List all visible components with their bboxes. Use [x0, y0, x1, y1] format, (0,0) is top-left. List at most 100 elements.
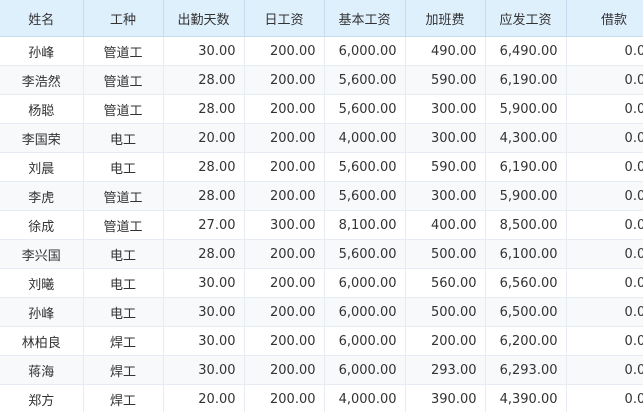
cell-gross-pay[interactable]: 6,293.00 [485, 355, 567, 385]
cell-job-type[interactable]: 焊工 [83, 355, 164, 385]
cell-attendance-days[interactable]: 28.00 [163, 239, 245, 269]
column-header-daily-wage[interactable]: 日工资 [244, 0, 325, 37]
cell-job-type[interactable]: 管道工 [83, 36, 164, 66]
cell-job-type[interactable]: 电工 [83, 268, 164, 298]
cell-base-salary[interactable]: 6,000.00 [324, 297, 406, 327]
table-row[interactable]: 李国荣 电工 20.00 200.00 4,000.00 300.00 4,300.00 0.… [0, 123, 643, 153]
cell-gross-pay[interactable]: 4,390.00 [485, 384, 567, 412]
cell-overtime-pay[interactable]: 200.00 [405, 326, 486, 356]
cell-overtime-pay[interactable]: 300.00 [405, 123, 486, 153]
cell-attendance-days[interactable]: 20.00 [163, 123, 245, 153]
cell-attendance-days[interactable]: 30.00 [163, 355, 245, 385]
table-row[interactable]: 林柏良 焊工 30.00 200.00 6,000.00 200.00 6,200.00 0.… [0, 326, 643, 356]
table-row[interactable]: 郑方 焊工 20.00 200.00 4,000.00 390.00 4,390.00 0.0… [0, 384, 643, 412]
cell-overtime-pay[interactable]: 560.00 [405, 268, 486, 298]
table-row[interactable]: 刘晨 电工 28.00 200.00 5,600.00 590.00 6,190.00 0.0… [0, 152, 643, 182]
cell-base-salary[interactable]: 5,600.00 [324, 239, 406, 269]
cell-daily-wage[interactable]: 200.00 [244, 94, 325, 124]
cell-job-type[interactable]: 管道工 [83, 210, 164, 240]
cell-gross-pay[interactable]: 5,900.00 [485, 181, 567, 211]
cell-name[interactable]: 蒋海 [0, 355, 84, 385]
cell-name[interactable]: 李浩然 [0, 65, 84, 95]
cell-gross-pay[interactable]: 6,490.00 [485, 36, 567, 66]
cell-base-salary[interactable]: 4,000.00 [324, 384, 406, 412]
table-row[interactable]: 孙峰 电工 30.00 200.00 6,000.00 500.00 6,500.00 0.0… [0, 297, 643, 327]
cell-attendance-days[interactable]: 20.00 [163, 384, 245, 412]
cell-loan[interactable]: 0.00 [566, 326, 643, 356]
cell-name[interactable]: 孙峰 [0, 297, 84, 327]
table-row[interactable]: 李虎 管道工 28.00 200.00 5,600.00 300.00 5,900.00 0.… [0, 181, 643, 211]
cell-daily-wage[interactable]: 200.00 [244, 297, 325, 327]
cell-daily-wage[interactable]: 200.00 [244, 268, 325, 298]
cell-daily-wage[interactable]: 200.00 [244, 384, 325, 412]
cell-job-type[interactable]: 焊工 [83, 326, 164, 356]
table-row[interactable]: 蒋海 焊工 30.00 200.00 6,000.00 293.00 6,293.00 0.0… [0, 355, 643, 385]
cell-attendance-days[interactable]: 28.00 [163, 94, 245, 124]
table-row[interactable]: 徐成 管道工 27.00 300.00 8,100.00 400.00 8,500.00 0.… [0, 210, 643, 240]
cell-gross-pay[interactable]: 8,500.00 [485, 210, 567, 240]
cell-gross-pay[interactable]: 6,200.00 [485, 326, 567, 356]
cell-daily-wage[interactable]: 200.00 [244, 36, 325, 66]
cell-attendance-days[interactable]: 28.00 [163, 152, 245, 182]
cell-base-salary[interactable]: 5,600.00 [324, 152, 406, 182]
table-row[interactable]: 杨聪 管道工 28.00 200.00 5,600.00 300.00 5,900.00 0.… [0, 94, 643, 124]
cell-daily-wage[interactable]: 200.00 [244, 355, 325, 385]
cell-daily-wage[interactable]: 300.00 [244, 210, 325, 240]
table-row[interactable]: 李兴国 电工 28.00 200.00 5,600.00 500.00 6,100.00 0.… [0, 239, 643, 269]
column-header-loan[interactable]: 借款 [566, 0, 643, 37]
cell-name[interactable]: 李国荣 [0, 123, 84, 153]
column-header-attendance-days[interactable]: 出勤天数 [163, 0, 245, 37]
cell-job-type[interactable]: 管道工 [83, 65, 164, 95]
cell-loan[interactable]: 0.00 [566, 355, 643, 385]
cell-overtime-pay[interactable]: 400.00 [405, 210, 486, 240]
cell-gross-pay[interactable]: 6,100.00 [485, 239, 567, 269]
table-row[interactable]: 刘曦 电工 30.00 200.00 6,000.00 560.00 6,560.00 0.0… [0, 268, 643, 298]
cell-attendance-days[interactable]: 28.00 [163, 181, 245, 211]
cell-loan[interactable]: 0.00 [566, 384, 643, 412]
cell-loan[interactable]: 0.00 [566, 94, 643, 124]
cell-overtime-pay[interactable]: 500.00 [405, 297, 486, 327]
cell-attendance-days[interactable]: 27.00 [163, 210, 245, 240]
cell-job-type[interactable]: 管道工 [83, 181, 164, 211]
cell-name[interactable]: 刘曦 [0, 268, 84, 298]
cell-job-type[interactable]: 焊工 [83, 384, 164, 412]
cell-base-salary[interactable]: 8,100.00 [324, 210, 406, 240]
cell-gross-pay[interactable]: 6,190.00 [485, 152, 567, 182]
cell-name[interactable]: 林柏良 [0, 326, 84, 356]
cell-daily-wage[interactable]: 200.00 [244, 181, 325, 211]
cell-base-salary[interactable]: 5,600.00 [324, 181, 406, 211]
cell-attendance-days[interactable]: 30.00 [163, 326, 245, 356]
cell-job-type[interactable]: 电工 [83, 297, 164, 327]
cell-name[interactable]: 孙峰 [0, 36, 84, 66]
cell-base-salary[interactable]: 6,000.00 [324, 355, 406, 385]
cell-loan[interactable]: 0.00 [566, 210, 643, 240]
cell-name[interactable]: 李虎 [0, 181, 84, 211]
column-header-name[interactable]: 姓名 [0, 0, 84, 37]
cell-overtime-pay[interactable]: 590.00 [405, 65, 486, 95]
cell-attendance-days[interactable]: 30.00 [163, 297, 245, 327]
cell-gross-pay[interactable]: 6,500.00 [485, 297, 567, 327]
cell-base-salary[interactable]: 5,600.00 [324, 65, 406, 95]
table-row[interactable]: 孙峰 管道工 30.00 200.00 6,000.00 490.00 6,490.00 0.… [0, 36, 643, 66]
cell-loan[interactable]: 0.00 [566, 65, 643, 95]
cell-name[interactable]: 徐成 [0, 210, 84, 240]
cell-job-type[interactable]: 电工 [83, 123, 164, 153]
cell-base-salary[interactable]: 6,000.00 [324, 268, 406, 298]
cell-attendance-days[interactable]: 30.00 [163, 36, 245, 66]
column-header-job-type[interactable]: 工种 [83, 0, 164, 37]
column-header-base-salary[interactable]: 基本工资 [324, 0, 406, 37]
cell-loan[interactable]: 0.00 [566, 36, 643, 66]
cell-loan[interactable]: 0.00 [566, 239, 643, 269]
cell-overtime-pay[interactable]: 500.00 [405, 239, 486, 269]
cell-overtime-pay[interactable]: 300.00 [405, 94, 486, 124]
cell-loan[interactable]: 0.00 [566, 268, 643, 298]
cell-base-salary[interactable]: 5,600.00 [324, 94, 406, 124]
cell-loan[interactable]: 0.00 [566, 152, 643, 182]
cell-overtime-pay[interactable]: 490.00 [405, 36, 486, 66]
cell-job-type[interactable]: 电工 [83, 239, 164, 269]
cell-base-salary[interactable]: 6,000.00 [324, 36, 406, 66]
cell-gross-pay[interactable]: 4,300.00 [485, 123, 567, 153]
cell-name[interactable]: 杨聪 [0, 94, 84, 124]
cell-gross-pay[interactable]: 6,190.00 [485, 65, 567, 95]
cell-name[interactable]: 李兴国 [0, 239, 84, 269]
